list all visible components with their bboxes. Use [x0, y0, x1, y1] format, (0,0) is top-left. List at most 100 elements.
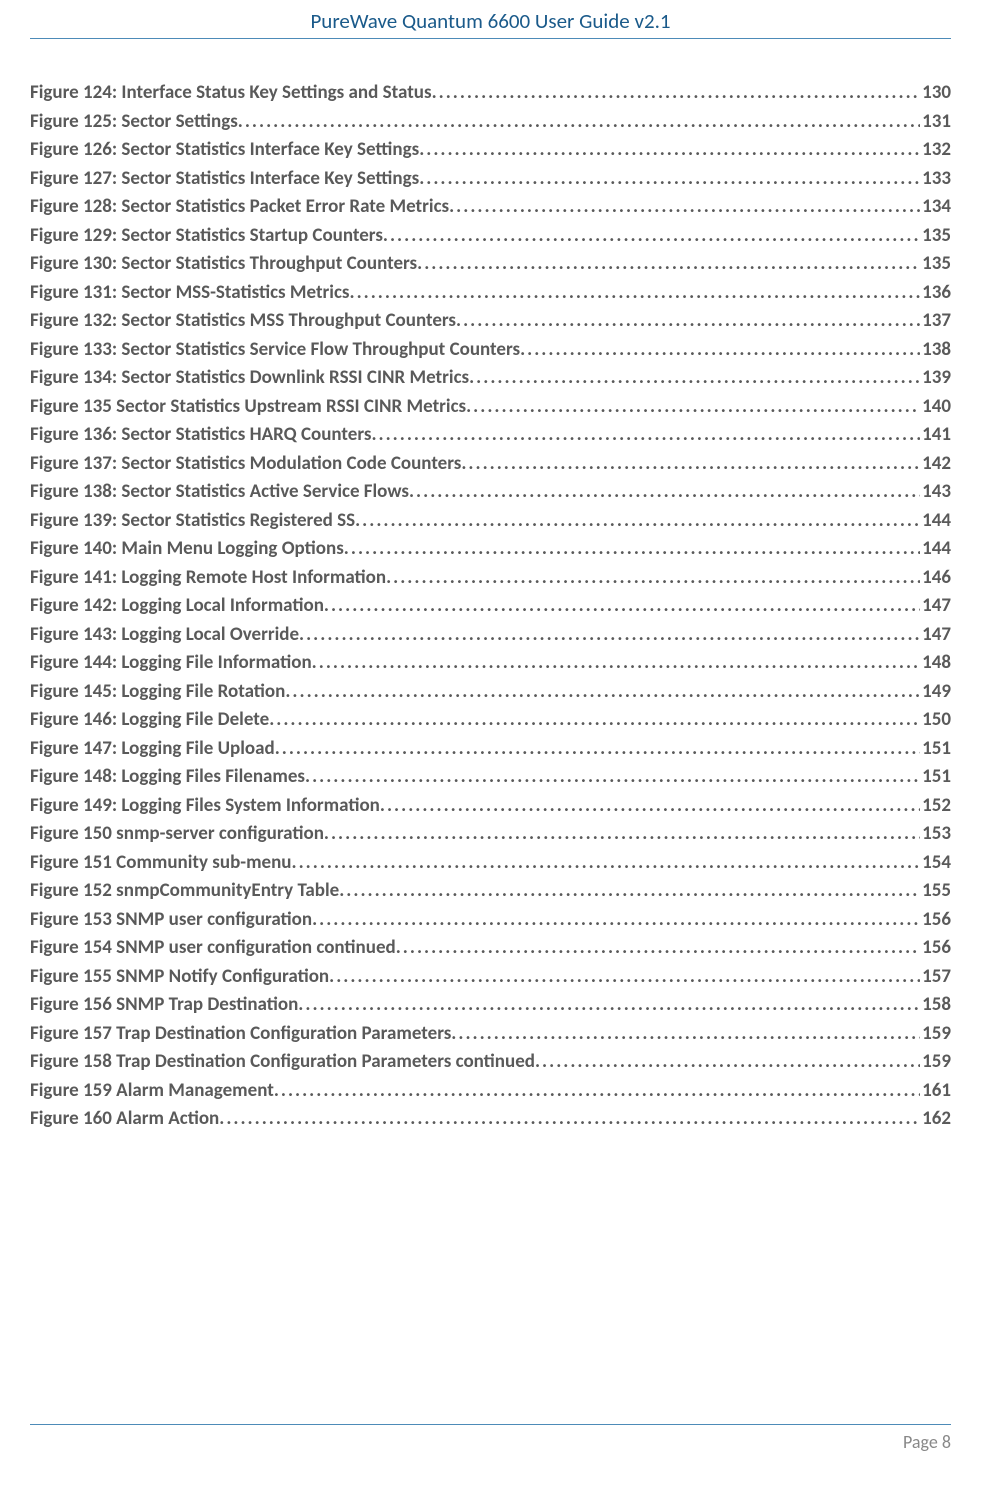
toc-entry[interactable]: Figure 145: Logging File Rotation149: [30, 678, 951, 707]
toc-entry-label: Figure 160 Alarm Action: [30, 1105, 219, 1134]
toc-leader-dots: [456, 307, 920, 336]
document-header-title: PureWave Quantum 6600 User Guide v2.1: [30, 0, 951, 38]
toc-entry-label: Figure 159 Alarm Management: [30, 1077, 274, 1106]
toc-leader-dots: [419, 136, 920, 165]
toc-entry-label: Figure 154 SNMP user configuration conti…: [30, 934, 396, 963]
toc-entry[interactable]: Figure 153 SNMP user configuration 156: [30, 906, 951, 935]
toc-entry[interactable]: Figure 157 Trap Destination Configuratio…: [30, 1020, 951, 1049]
toc-leader-dots: [324, 820, 920, 849]
toc-entry[interactable]: Figure 126: Sector Statistics Interface …: [30, 136, 951, 165]
toc-entry[interactable]: Figure 132: Sector Statistics MSS Throug…: [30, 307, 951, 336]
toc-entry-page: 139: [920, 364, 951, 393]
toc-entry-label: Figure 125: Sector Settings: [30, 108, 238, 137]
toc-entry-page: 154: [920, 849, 951, 878]
toc-entry[interactable]: Figure 133: Sector Statistics Service Fl…: [30, 336, 951, 365]
toc-entry[interactable]: Figure 143: Logging Local Override147: [30, 621, 951, 650]
toc-leader-dots: [417, 250, 920, 279]
toc-entry-page: 150: [920, 706, 951, 735]
toc-entry-label: Figure 132: Sector Statistics MSS Throug…: [30, 307, 456, 336]
toc-entry-label: Figure 127: Sector Statistics Interface …: [30, 165, 419, 194]
toc-entry[interactable]: Figure 139: Sector Statistics Registered…: [30, 507, 951, 536]
toc-entry-label: Figure 131: Sector MSS-Statistics Metric…: [30, 279, 350, 308]
toc-entry[interactable]: Figure 140: Main Menu Logging Options144: [30, 535, 951, 564]
toc-entry[interactable]: Figure 155 SNMP Notify Configuration 157: [30, 963, 951, 992]
toc-leader-dots: [355, 507, 920, 536]
toc-entry[interactable]: Figure 135 Sector Statistics Upstream RS…: [30, 393, 951, 422]
toc-entry[interactable]: Figure 146: Logging File Delete150: [30, 706, 951, 735]
toc-entry[interactable]: Figure 130: Sector Statistics Throughput…: [30, 250, 951, 279]
toc-entry[interactable]: Figure 150 snmp-server configuration153: [30, 820, 951, 849]
toc-entry-page: 138: [920, 336, 951, 365]
toc-entry-label: Figure 156 SNMP Trap Destination: [30, 991, 298, 1020]
toc-entry-page: 131: [920, 108, 951, 137]
toc-leader-dots: [461, 450, 920, 479]
toc-leader-dots: [219, 1105, 920, 1134]
toc-entry-page: 147: [920, 592, 951, 621]
toc-entry-page: 153: [920, 820, 951, 849]
toc-entry[interactable]: Figure 159 Alarm Management161: [30, 1077, 951, 1106]
toc-entry-label: Figure 155 SNMP Notify Configuration: [30, 963, 329, 992]
toc-entry[interactable]: Figure 151 Community sub-menu154: [30, 849, 951, 878]
toc-leader-dots: [419, 165, 920, 194]
toc-entry-page: 142: [920, 450, 951, 479]
toc-entry-label: Figure 139: Sector Statistics Registered…: [30, 507, 355, 536]
toc-entry[interactable]: Figure 142: Logging Local Information 147: [30, 592, 951, 621]
toc-entry[interactable]: Figure 138: Sector Statistics Active Ser…: [30, 478, 951, 507]
toc-entry[interactable]: Figure 158 Trap Destination Configuratio…: [30, 1048, 951, 1077]
toc-entry[interactable]: Figure 156 SNMP Trap Destination158: [30, 991, 951, 1020]
toc-entry-label: Figure 138: Sector Statistics Active Ser…: [30, 478, 409, 507]
toc-entry[interactable]: Figure 131: Sector MSS-Statistics Metric…: [30, 279, 951, 308]
toc-entry[interactable]: Figure 125: Sector Settings 131: [30, 108, 951, 137]
toc-entry-label: Figure 128: Sector Statistics Packet Err…: [30, 193, 449, 222]
toc-entry[interactable]: Figure 148: Logging Files Filenames151: [30, 763, 951, 792]
toc-entry-label: Figure 133: Sector Statistics Service Fl…: [30, 336, 520, 365]
toc-entry-page: 134: [920, 193, 951, 222]
toc-entry[interactable]: Figure 129: Sector Statistics Startup Co…: [30, 222, 951, 251]
toc-entry[interactable]: Figure 137: Sector Statistics Modulation…: [30, 450, 951, 479]
toc-entry-page: 135: [920, 222, 951, 251]
toc-entry-label: Figure 136: Sector Statistics HARQ Count…: [30, 421, 371, 450]
toc-leader-dots: [305, 763, 920, 792]
toc-leader-dots: [520, 336, 920, 365]
toc-entry[interactable]: Figure 124: Interface Status Key Setting…: [30, 79, 951, 108]
toc-entry[interactable]: Figure 144: Logging File Information148: [30, 649, 951, 678]
toc-leader-dots: [409, 478, 920, 507]
toc-entry[interactable]: Figure 127: Sector Statistics Interface …: [30, 165, 951, 194]
toc-leader-dots: [269, 706, 920, 735]
toc-leader-dots: [535, 1048, 920, 1077]
toc-entry-page: 146: [920, 564, 951, 593]
toc-entry[interactable]: Figure 147: Logging File Upload151: [30, 735, 951, 764]
toc-entry-label: Figure 144: Logging File Information: [30, 649, 312, 678]
toc-leader-dots: [386, 564, 920, 593]
toc-leader-dots: [339, 877, 920, 906]
toc-entry[interactable]: Figure 128: Sector Statistics Packet Err…: [30, 193, 951, 222]
toc-entry-page: 144: [920, 535, 951, 564]
toc-entry-page: 135: [920, 250, 951, 279]
toc-entry-page: 159: [920, 1048, 951, 1077]
toc-entry[interactable]: Figure 152 snmpCommunityEntry Table155: [30, 877, 951, 906]
toc-leader-dots: [312, 906, 920, 935]
toc-entry[interactable]: Figure 149: Logging Files System Informa…: [30, 792, 951, 821]
toc-entry-page: 144: [920, 507, 951, 536]
table-of-figures: Figure 124: Interface Status Key Setting…: [30, 79, 951, 1134]
toc-entry-label: Figure 153 SNMP user configuration: [30, 906, 312, 935]
toc-entry-label: Figure 142: Logging Local Information: [30, 592, 324, 621]
toc-leader-dots: [324, 592, 920, 621]
toc-leader-dots: [451, 1020, 920, 1049]
toc-leader-dots: [469, 364, 920, 393]
toc-entry[interactable]: Figure 154 SNMP user configuration conti…: [30, 934, 951, 963]
toc-leader-dots: [396, 934, 920, 963]
toc-entry[interactable]: Figure 141: Logging Remote Host Informat…: [30, 564, 951, 593]
toc-entry[interactable]: Figure 134: Sector Statistics Downlink R…: [30, 364, 951, 393]
toc-entry-label: Figure 148: Logging Files Filenames: [30, 763, 305, 792]
toc-leader-dots: [383, 222, 920, 251]
toc-entry[interactable]: Figure 160 Alarm Action162: [30, 1105, 951, 1134]
toc-leader-dots: [292, 849, 921, 878]
toc-entry-page: 156: [920, 906, 951, 935]
toc-entry[interactable]: Figure 136: Sector Statistics HARQ Count…: [30, 421, 951, 450]
toc-entry-label: Figure 157 Trap Destination Configuratio…: [30, 1020, 451, 1049]
toc-entry-page: 157: [920, 963, 951, 992]
toc-entry-page: 155: [920, 877, 951, 906]
toc-entry-page: 133: [920, 165, 951, 194]
toc-entry-label: Figure 134: Sector Statistics Downlink R…: [30, 364, 469, 393]
